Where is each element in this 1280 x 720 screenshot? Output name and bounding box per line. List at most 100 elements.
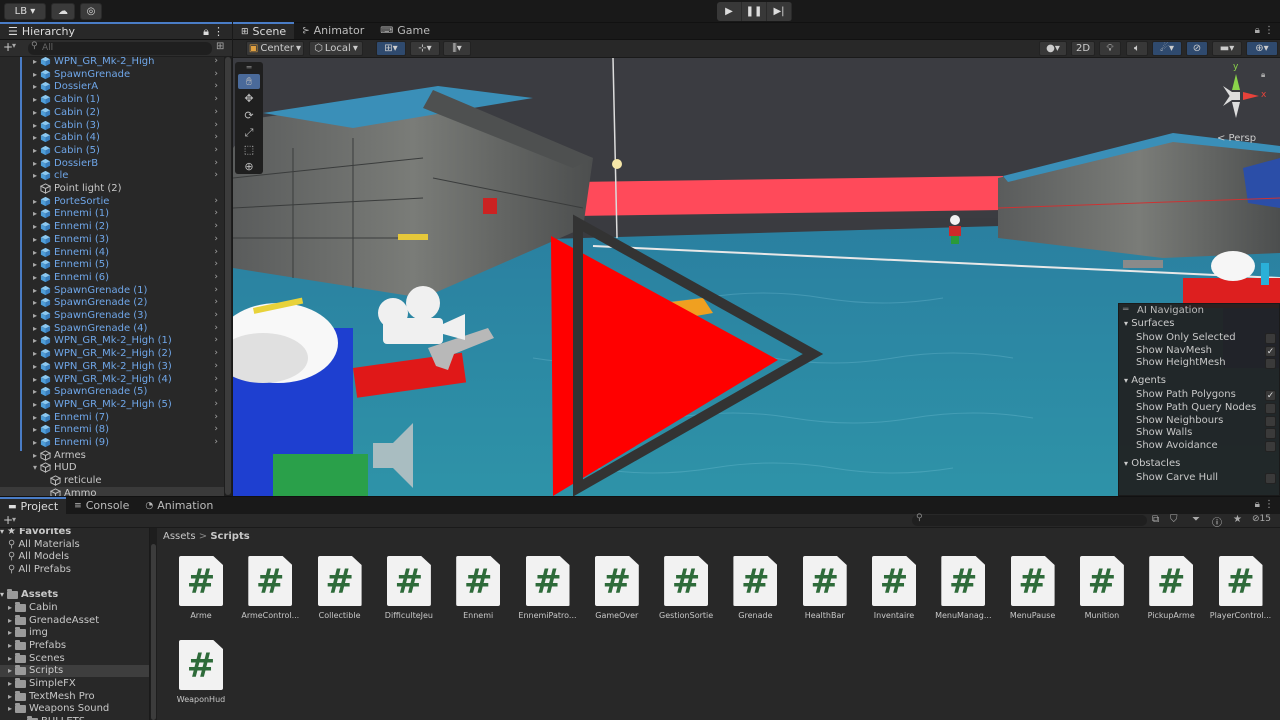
project-tree-item[interactable]: ▸ BULLETS <box>20 716 85 720</box>
open-prefab-chevron-icon[interactable]: › <box>214 271 218 284</box>
project-tree-item[interactable]: ▸ Scenes <box>8 652 65 665</box>
transform-tool-icon[interactable]: ⊕ <box>238 159 260 174</box>
expand-down-icon[interactable]: ▾ <box>0 589 4 601</box>
script-asset[interactable]: # GameOver <box>585 556 649 620</box>
ai-option-checkbox[interactable] <box>1265 333 1276 344</box>
project-tree-item[interactable]: ▾ ★ Favorites <box>0 528 71 538</box>
expand-down-icon[interactable]: ▾ <box>0 528 4 538</box>
hierarchy-item[interactable]: ▸ Armes <box>0 449 232 462</box>
expand-right-icon[interactable]: ▸ <box>30 131 40 144</box>
gizmo-lock-icon[interactable]: 🔒︎ <box>1261 70 1265 80</box>
rect-tool-icon[interactable]: ⬚ <box>238 142 260 157</box>
script-asset[interactable]: # DifficulteJeu <box>377 556 441 620</box>
expand-right-icon[interactable]: ▸ <box>30 157 40 170</box>
expand-right-icon[interactable]: ▸ <box>8 653 12 665</box>
project-add-chevron-icon[interactable]: ▾ <box>12 515 16 524</box>
tree-scrollbar-thumb[interactable] <box>151 544 156 720</box>
expand-right-icon[interactable]: ▸ <box>30 93 40 106</box>
grid-snap-button[interactable]: ⊞▾ <box>376 41 406 56</box>
expand-right-icon[interactable]: ▸ <box>30 106 40 119</box>
open-prefab-chevron-icon[interactable]: › <box>214 322 218 335</box>
hierarchy-item[interactable]: ▾ HUD <box>0 461 232 474</box>
hierarchy-item[interactable]: Point light (2) <box>0 182 232 195</box>
open-prefab-chevron-icon[interactable]: › <box>214 207 218 220</box>
open-prefab-chevron-icon[interactable]: › <box>214 169 218 182</box>
pause-icon[interactable]: ❚❚ <box>742 2 767 21</box>
tab-animation[interactable]: ◔ Animation <box>137 497 221 514</box>
open-prefab-chevron-icon[interactable]: › <box>214 144 218 157</box>
script-asset[interactable]: # GestionSortie <box>654 556 718 620</box>
script-asset[interactable]: # PickupArme <box>1139 556 1203 620</box>
script-asset[interactable]: # Collectible <box>308 556 372 620</box>
lock-icon[interactable]: 🔒︎ <box>203 25 209 39</box>
tab-hierarchy[interactable]: ☰ Hierarchy 🔒︎ ⋮ <box>0 22 232 39</box>
expand-right-icon[interactable]: ▸ <box>30 57 40 68</box>
hierarchy-item[interactable]: ▸ WPN_GR_Mk-2_High (2) › <box>0 347 232 360</box>
open-prefab-chevron-icon[interactable]: › <box>214 106 218 119</box>
scrollbar-thumb[interactable] <box>225 57 231 495</box>
script-asset[interactable]: # HealthBar <box>793 556 857 620</box>
expand-right-icon[interactable]: ▸ <box>30 296 40 309</box>
open-prefab-chevron-icon[interactable]: › <box>214 157 218 170</box>
tag-icon[interactable]: ⏷ <box>1192 514 1200 525</box>
ai-option-checkbox[interactable] <box>1265 402 1276 414</box>
project-search-input[interactable]: ⚲ <box>912 513 1147 526</box>
script-asset[interactable]: # WeaponHud <box>169 640 233 704</box>
open-prefab-chevron-icon[interactable]: › <box>214 309 218 322</box>
hierarchy-item[interactable]: ▸ Cabin (4) › <box>0 131 232 144</box>
hierarchy-item[interactable]: ▸ Ennemi (8) › <box>0 423 232 436</box>
hierarchy-item[interactable]: ▸ Ennemi (6) › <box>0 271 232 284</box>
open-prefab-chevron-icon[interactable]: › <box>214 411 218 424</box>
expand-right-icon[interactable]: ▸ <box>8 665 12 677</box>
open-prefab-chevron-icon[interactable]: › <box>214 284 218 297</box>
project-tree-item[interactable]: ⚲ All Materials <box>8 539 80 551</box>
expand-right-icon[interactable]: ▸ <box>30 436 40 449</box>
expand-right-icon[interactable]: ▸ <box>30 246 40 259</box>
expand-right-icon[interactable]: ▸ <box>30 449 40 462</box>
hierarchy-scrollbar[interactable] <box>224 57 232 496</box>
expand-right-icon[interactable]: ▸ <box>8 691 12 703</box>
scene-lock-icon[interactable]: 🔒︎ <box>1255 25 1260 36</box>
expand-right-icon[interactable]: ▸ <box>30 373 40 386</box>
open-prefab-chevron-icon[interactable]: › <box>214 220 218 233</box>
search-by-type-icon[interactable]: ⧉ <box>1152 514 1159 525</box>
ai-option-checkbox[interactable] <box>1265 472 1276 484</box>
scene-visibility-icon[interactable]: ⊞ <box>216 41 224 52</box>
project-tree-item[interactable]: ▸ SimpleFX <box>8 678 76 690</box>
project-tree-item[interactable]: ⚲ All Models <box>8 551 69 563</box>
hand-tool-icon[interactable]: ✋︎ <box>238 74 260 89</box>
hierarchy-item[interactable]: ▸ Ennemi (7) › <box>0 411 232 424</box>
expand-right-icon[interactable]: ▸ <box>30 411 40 424</box>
expand-right-icon[interactable]: ▸ <box>30 309 40 322</box>
expand-right-icon[interactable]: ▸ <box>30 80 40 93</box>
expand-right-icon[interactable]: ▸ <box>30 423 40 436</box>
increment-snap-button[interactable]: ⊹▾ <box>410 41 440 56</box>
hierarchy-item[interactable]: ▸ WPN_GR_Mk-2_High (1) › <box>0 334 232 347</box>
expand-right-icon[interactable]: ▸ <box>30 398 40 411</box>
drag-handle-icon[interactable]: ═ <box>1123 305 1128 315</box>
hierarchy-item[interactable]: ▸ SpawnGrenade › <box>0 68 232 81</box>
expand-right-icon[interactable]: ▸ <box>20 716 24 720</box>
strip-handle-icon[interactable]: ═ <box>238 63 260 72</box>
expand-right-icon[interactable]: ▸ <box>30 144 40 157</box>
project-tree-item[interactable]: ⚲ All Prefabs <box>8 564 71 576</box>
ai-section-header[interactable]: ▾ Surfaces <box>1124 318 1175 329</box>
expand-right-icon[interactable]: ▸ <box>30 322 40 335</box>
hierarchy-search-input[interactable]: All <box>28 42 212 55</box>
hierarchy-item[interactable]: ▸ Cabin (1) › <box>0 93 232 106</box>
script-asset[interactable]: # Grenade <box>723 556 787 620</box>
audio-icon[interactable]: 🔈︎ <box>1126 41 1148 56</box>
hierarchy-item[interactable]: ▸ Cabin (2) › <box>0 106 232 119</box>
hidden-packages-toggle[interactable]: ⊘15 <box>1252 514 1271 524</box>
tab-console[interactable]: ≡ Console <box>66 497 137 514</box>
project-tree-item[interactable]: ▾ Assets <box>0 589 58 601</box>
hierarchy-item[interactable]: ▸ Ennemi (9) › <box>0 436 232 449</box>
project-tree-item[interactable]: ▸ Scripts <box>0 665 149 678</box>
expand-right-icon[interactable]: ▸ <box>8 602 12 614</box>
open-prefab-chevron-icon[interactable]: › <box>214 131 218 144</box>
tab-animator[interactable]: ⊱ Animator <box>294 22 372 39</box>
open-prefab-chevron-icon[interactable]: › <box>214 398 218 411</box>
expand-right-icon[interactable]: ▸ <box>30 385 40 398</box>
draw-mode-button[interactable]: ●▾ <box>1039 41 1067 56</box>
expand-right-icon[interactable]: ▸ <box>30 284 40 297</box>
